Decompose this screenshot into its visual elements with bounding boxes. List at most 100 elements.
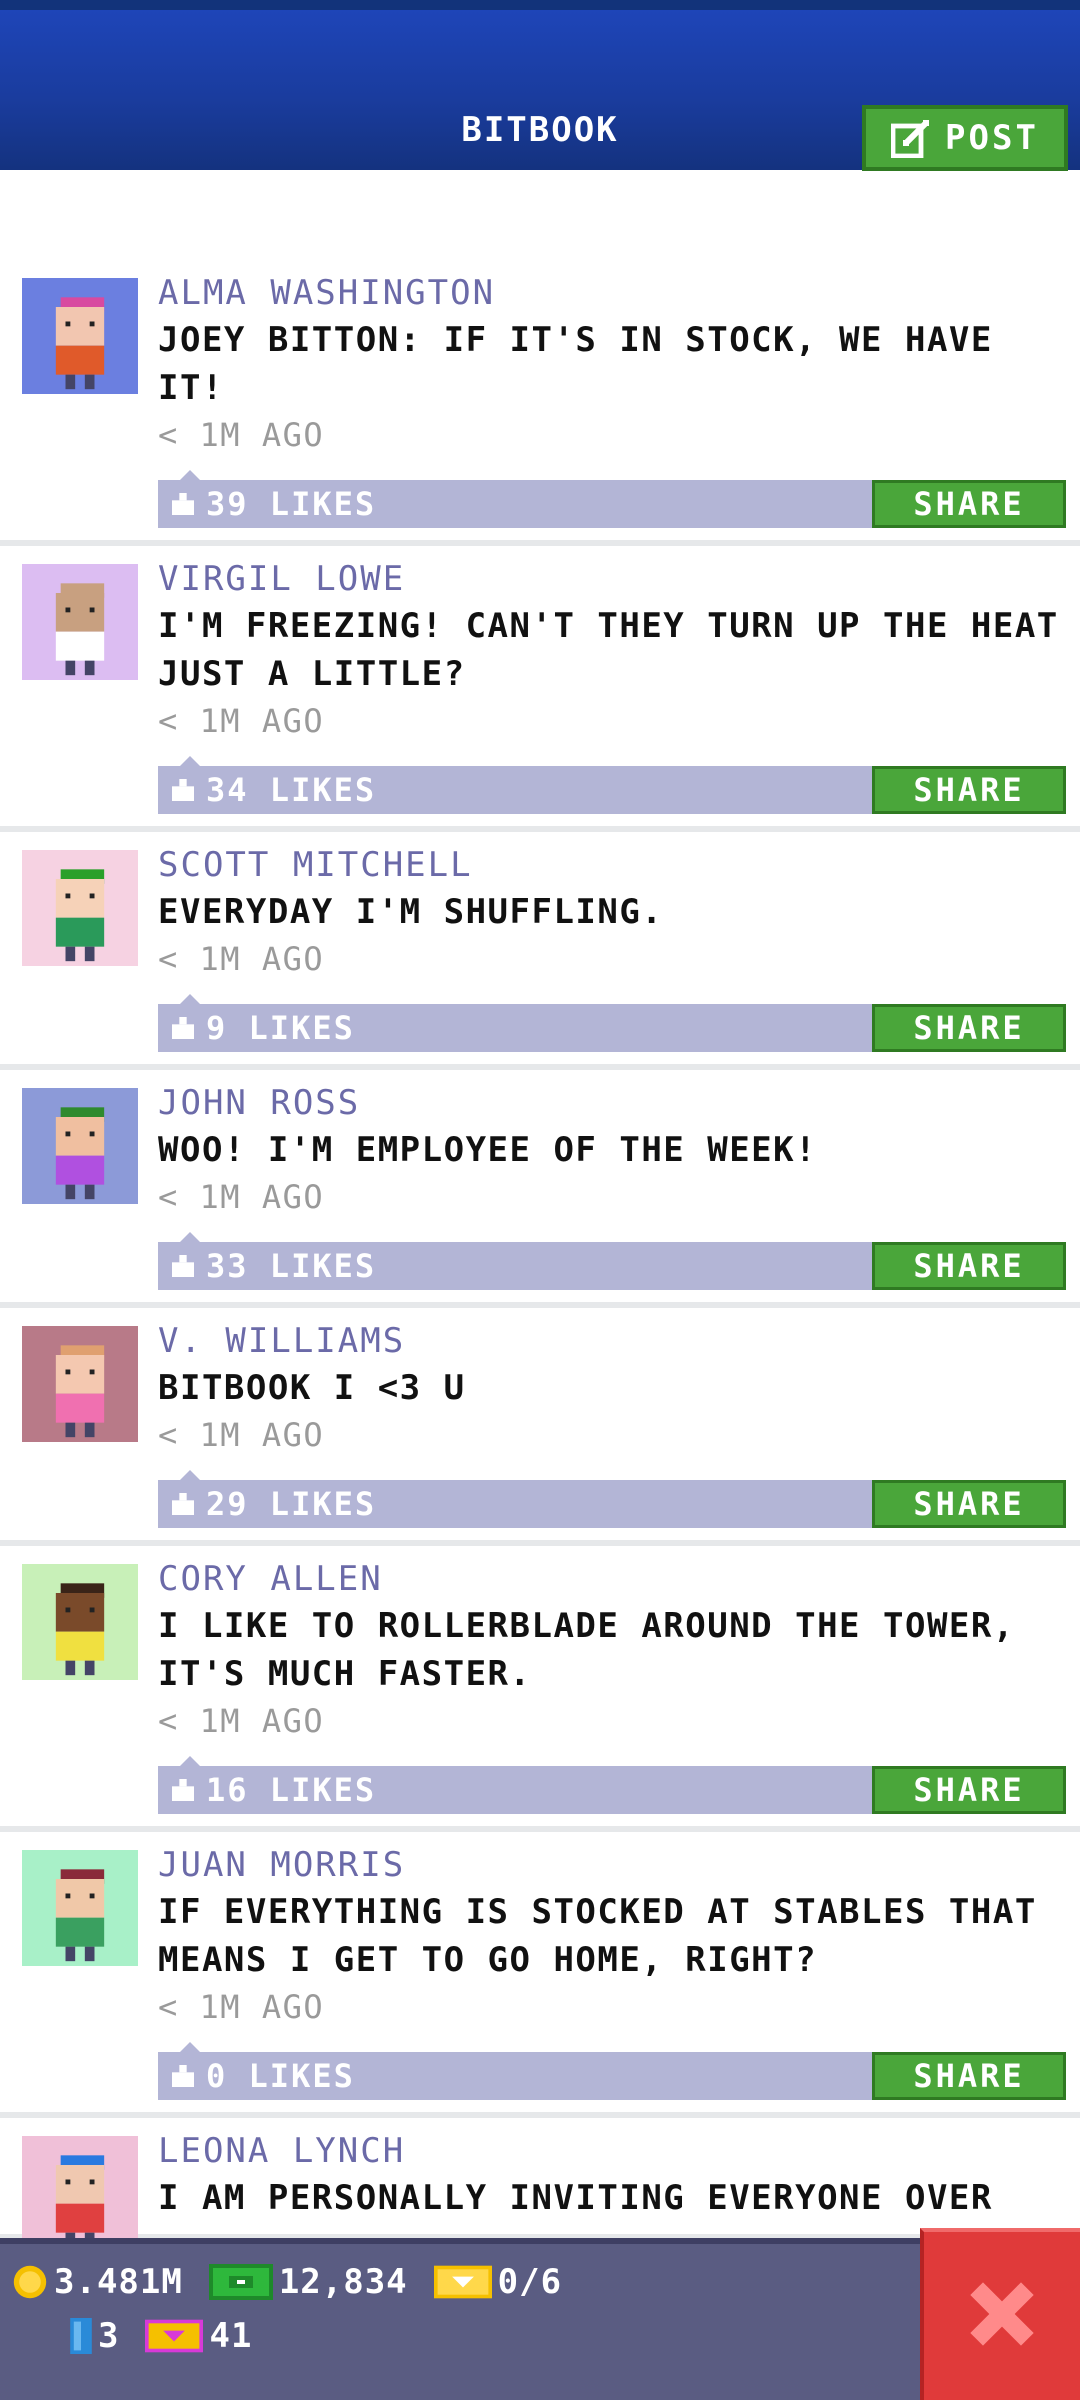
thumbs-up-icon[interactable] xyxy=(172,1255,194,1277)
likes-bar: 39 LIKES SHARE xyxy=(158,470,1066,528)
post-feed: ALMA WASHINGTON JOEY BITTON: IF IT'S IN S… xyxy=(0,260,1080,2252)
likes-count: 39 LIKES xyxy=(206,485,377,523)
likes-bar: 29 LIKES SHARE xyxy=(158,1470,1066,1528)
avatar[interactable] xyxy=(22,564,138,680)
vip-value: 41 xyxy=(209,2316,253,2356)
avatar[interactable] xyxy=(22,1564,138,1680)
avatar[interactable] xyxy=(22,2136,138,2252)
avatar[interactable] xyxy=(22,278,138,394)
post-author[interactable]: JUAN MORRIS xyxy=(158,1842,1066,1888)
post-message: BITBOOK I <3 U xyxy=(158,1368,466,1408)
post-button[interactable]: POST xyxy=(862,105,1068,171)
thumbs-up-icon[interactable] xyxy=(172,493,194,515)
post-message: IF EVERYTHING IS STOCKED AT STABLES THAT… xyxy=(158,1892,1059,1980)
post-author[interactable]: VIRGIL LOWE xyxy=(158,556,1066,602)
stats-row-top: 3.481M 12,834 0/6 xyxy=(12,2262,588,2302)
post-message: JOEY BITTON: IF IT'S IN STOCK, WE HAVE I… xyxy=(158,320,1015,408)
thumbs-up-icon[interactable] xyxy=(172,779,194,801)
post-author[interactable]: LEONA LYNCH xyxy=(158,2128,1066,2174)
likes-count: 33 LIKES xyxy=(206,1247,377,1285)
post-message: WOO! I'M EMPLOYEE OF THE WEEK! xyxy=(158,1130,818,1170)
avatar[interactable] xyxy=(22,1326,138,1442)
post-author[interactable]: V. WILLIAMS xyxy=(158,1318,1066,1364)
post-author[interactable]: CORY ALLEN xyxy=(158,1556,1066,1602)
post-button-label: POST xyxy=(945,118,1039,158)
cash-icon xyxy=(208,2264,273,2300)
close-x-icon xyxy=(964,2276,1040,2356)
post-author[interactable]: JOHN ROSS xyxy=(158,1080,1066,1126)
elevators-stat: 3 xyxy=(70,2316,119,2356)
feed-post: SCOTT MITCHELL EVERYDAY I'M SHUFFLING. < 1… xyxy=(0,832,1080,1070)
post-body: LEONA LYNCH I AM PERSONALLY INVITING EVER… xyxy=(158,2128,1066,2222)
post-body: ALMA WASHINGTON JOEY BITTON: IF IT'S IN S… xyxy=(158,270,1066,528)
likes-bar: 34 LIKES SHARE xyxy=(158,756,1066,814)
avatar-icon xyxy=(22,2136,138,2252)
post-timestamp: < 1M AGO xyxy=(158,1416,325,1454)
likes-bar: 16 LIKES SHARE xyxy=(158,1756,1066,1814)
feed-post: JUAN MORRIS IF EVERYTHING IS STOCKED AT S… xyxy=(0,1832,1080,2118)
coins-value: 3.481M xyxy=(54,2262,183,2302)
post-author[interactable]: ALMA WASHINGTON xyxy=(158,270,1066,316)
stats-row-bottom: 3 41 xyxy=(70,2316,278,2356)
share-button[interactable]: SHARE xyxy=(872,2052,1066,2100)
bitbook-screen: BITBOOK POST ALMA WASHINGTON JOEY BITTON:… xyxy=(0,0,1080,2400)
ticket-icon xyxy=(433,2265,492,2299)
share-button[interactable]: SHARE xyxy=(872,480,1066,528)
cash-value: 12,834 xyxy=(278,2262,408,2302)
elevators-value: 3 xyxy=(98,2316,120,2356)
avatar-icon xyxy=(22,1326,138,1442)
thumbs-up-icon[interactable] xyxy=(172,2065,194,2087)
share-button[interactable]: SHARE xyxy=(872,766,1066,814)
likes-bar: 9 LIKES SHARE xyxy=(158,994,1066,1052)
post-author[interactable]: SCOTT MITCHELL xyxy=(158,842,1066,888)
feed-post: ALMA WASHINGTON JOEY BITTON: IF IT'S IN S… xyxy=(0,260,1080,546)
likes-count: 29 LIKES xyxy=(206,1485,377,1523)
thumbs-up-icon[interactable] xyxy=(172,1493,194,1515)
coin-icon xyxy=(12,2264,48,2300)
compose-icon xyxy=(891,118,931,158)
likes-count: 0 LIKES xyxy=(206,2057,355,2095)
coins-stat: 3.481M xyxy=(12,2262,183,2302)
thumbs-up-icon[interactable] xyxy=(172,1017,194,1039)
tickets-stat: 0/6 xyxy=(433,2262,563,2302)
post-body: SCOTT MITCHELL EVERYDAY I'M SHUFFLING. < 1… xyxy=(158,842,1066,1052)
avatar-icon xyxy=(22,1088,138,1204)
post-message: I AM PERSONALLY INVITING EVERYONE OVER xyxy=(158,2178,993,2218)
avatar[interactable] xyxy=(22,850,138,966)
cash-stat: 12,834 xyxy=(208,2262,408,2302)
feed-post: JOHN ROSS WOO! I'M EMPLOYEE OF THE WEEK! <… xyxy=(0,1070,1080,1308)
post-timestamp: < 1M AGO xyxy=(158,1702,325,1740)
feed-post: LEONA LYNCH I AM PERSONALLY INVITING EVER… xyxy=(0,2118,1080,2252)
avatar-icon xyxy=(22,1850,138,1966)
post-body: JUAN MORRIS IF EVERYTHING IS STOCKED AT S… xyxy=(158,1842,1066,2100)
post-body: VIRGIL LOWE I'M FREEZING! CAN'T THEY TURN… xyxy=(158,556,1066,814)
avatar[interactable] xyxy=(22,1850,138,1966)
share-button[interactable]: SHARE xyxy=(872,1242,1066,1290)
status-bar: 3.481M 12,834 0/6 3 41 xyxy=(0,2238,1080,2400)
likes-bar: 0 LIKES SHARE xyxy=(158,2042,1066,2100)
post-timestamp: < 1M AGO xyxy=(158,702,325,740)
likes-count: 9 LIKES xyxy=(206,1009,355,1047)
post-timestamp: < 1M AGO xyxy=(158,940,325,978)
likes-bar: 33 LIKES SHARE xyxy=(158,1232,1066,1290)
avatar[interactable] xyxy=(22,1088,138,1204)
feed-post: VIRGIL LOWE I'M FREEZING! CAN'T THEY TURN… xyxy=(0,546,1080,832)
post-body: JOHN ROSS WOO! I'M EMPLOYEE OF THE WEEK! <… xyxy=(158,1080,1066,1290)
thumbs-up-icon[interactable] xyxy=(172,1779,194,1801)
elevator-icon xyxy=(70,2318,92,2354)
avatar-icon xyxy=(22,564,138,680)
vip-ticket-icon xyxy=(145,2319,204,2353)
feed-post: CORY ALLEN I LIKE TO ROLLERBLADE AROUND T… xyxy=(0,1546,1080,1832)
header-bar: BITBOOK POST xyxy=(0,0,1080,171)
share-button[interactable]: SHARE xyxy=(872,1004,1066,1052)
feed-post: V. WILLIAMS BITBOOK I <3 U < 1M AGO 29 LIKE… xyxy=(0,1308,1080,1546)
post-body: V. WILLIAMS BITBOOK I <3 U < 1M AGO 29 LIKE… xyxy=(158,1318,1066,1528)
share-button[interactable]: SHARE xyxy=(872,1766,1066,1814)
post-message: I'M FREEZING! CAN'T THEY TURN UP THE HEA… xyxy=(158,606,1080,694)
post-message: I LIKE TO ROLLERBLADE AROUND THE TOWER, … xyxy=(158,1606,1037,1694)
share-button[interactable]: SHARE xyxy=(872,1480,1066,1528)
post-timestamp: < 1M AGO xyxy=(158,1988,325,2026)
post-timestamp: < 1M AGO xyxy=(158,1178,325,1216)
tickets-value: 0/6 xyxy=(497,2262,563,2302)
close-button[interactable] xyxy=(920,2228,1080,2400)
